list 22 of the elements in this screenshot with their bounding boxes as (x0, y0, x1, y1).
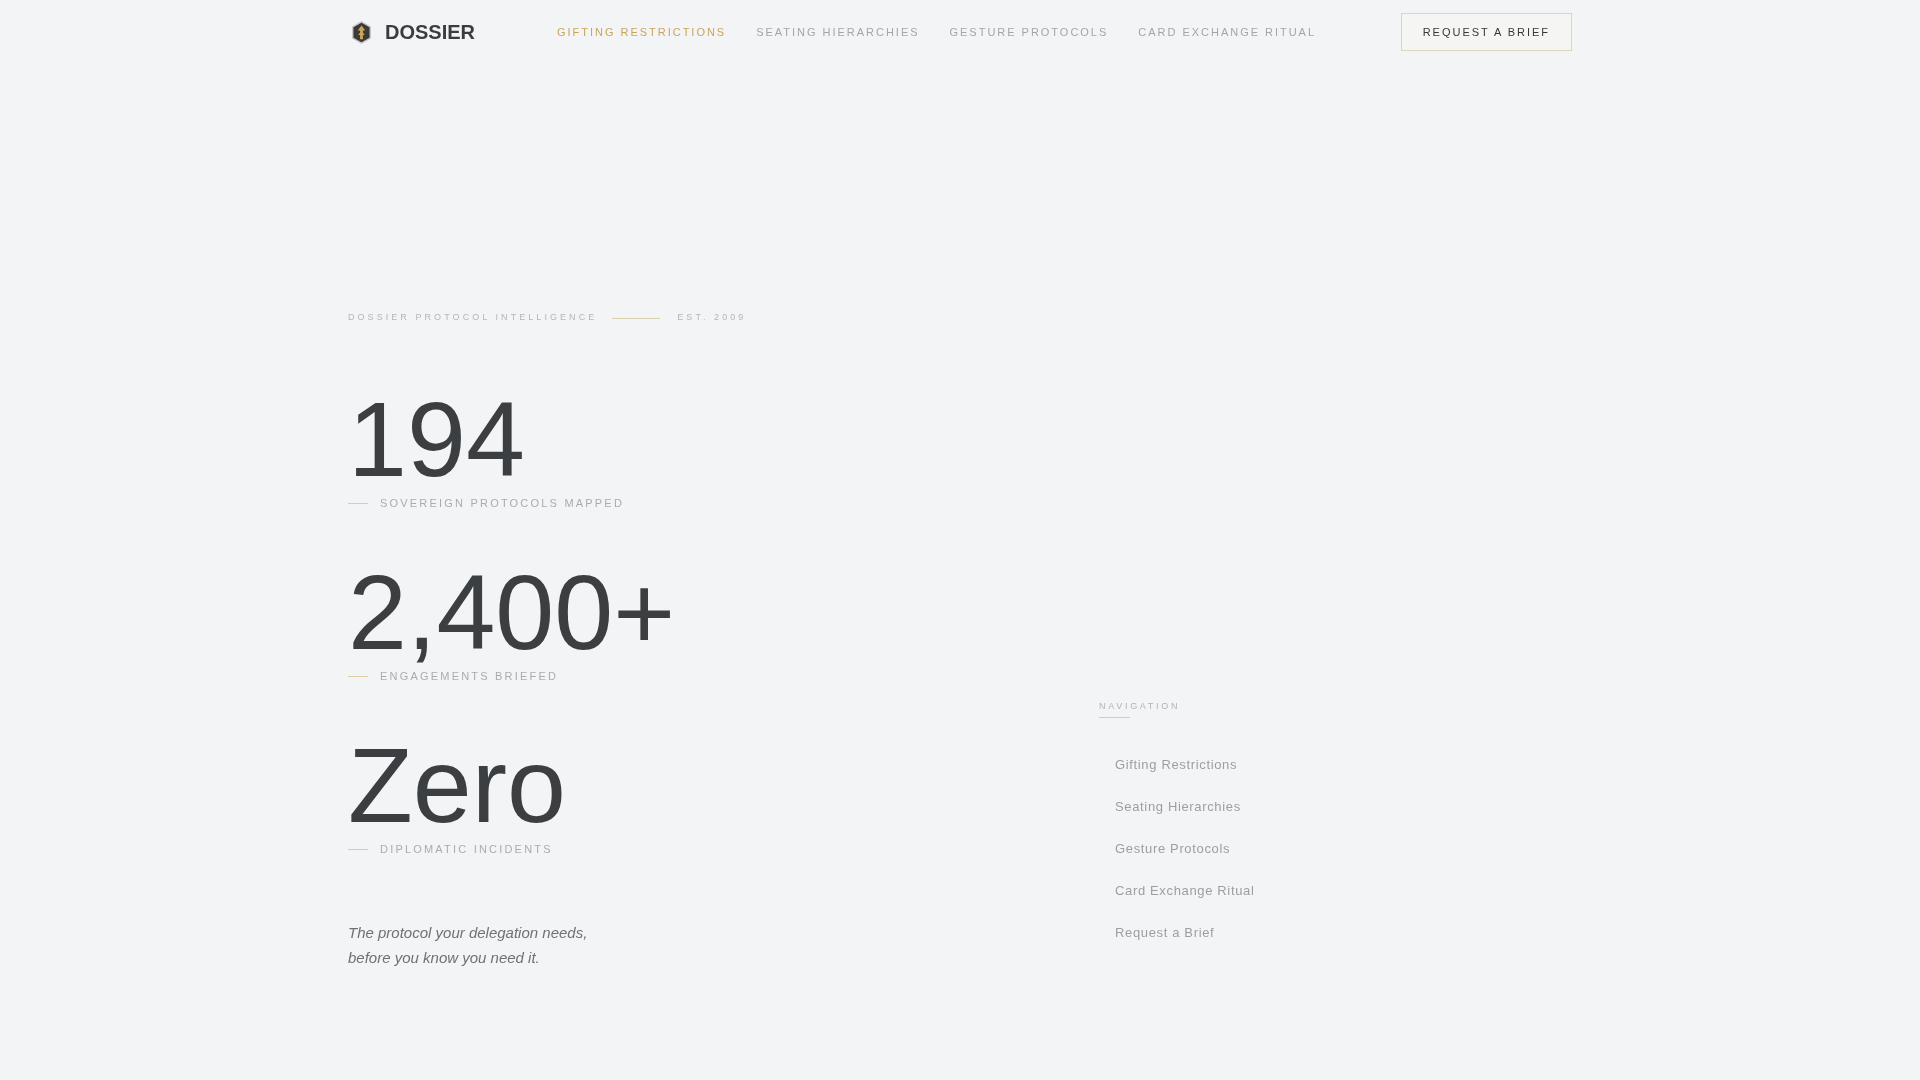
nav-link[interactable]: SEATING HIERARCHIES (756, 23, 920, 41)
nav-link[interactable]: GIFTING RESTRICTIONS (557, 23, 727, 41)
nav-link[interactable]: GESTURE PROTOCOLS (949, 23, 1109, 41)
nav-link[interactable]: CARD EXCHANGE RITUAL (1138, 23, 1316, 41)
stat-value: 2,400+ (348, 559, 676, 665)
stat-value: 194 (348, 386, 525, 492)
stat-label: ENGAGEMENTS BRIEFED (380, 668, 559, 684)
side-nav-link[interactable]: Card Exchange Ritual (1099, 870, 1255, 912)
section-heading: NAVIGATION (1099, 700, 1181, 713)
brand-logo[interactable]: DOSSIER (352, 20, 476, 44)
tagline-text: The protocol your delegation needs, before you know you need it. (348, 923, 588, 968)
side-nav-link[interactable]: Seating Hierarchies (1099, 786, 1255, 828)
stat-value: Zero (348, 732, 566, 838)
side-nav-link[interactable]: Gesture Protocols (1099, 828, 1255, 870)
side-nav-link[interactable]: Gifting Restrictions (1099, 744, 1255, 786)
established-text: EST. 2009 (677, 311, 747, 325)
cta-button[interactable]: REQUEST A BRIEF (1400, 13, 1572, 51)
stat-label: DIPLOMATIC INCIDENTS (380, 841, 553, 857)
eyebrow-text: DOSSIER PROTOCOL INTELLIGENCE (348, 311, 598, 325)
hexagon-emblem-icon (352, 20, 371, 44)
stat-label: SOVEREIGN PROTOCOLS MAPPED (380, 495, 625, 511)
side-nav-link[interactable]: Request a Brief (1099, 912, 1255, 954)
